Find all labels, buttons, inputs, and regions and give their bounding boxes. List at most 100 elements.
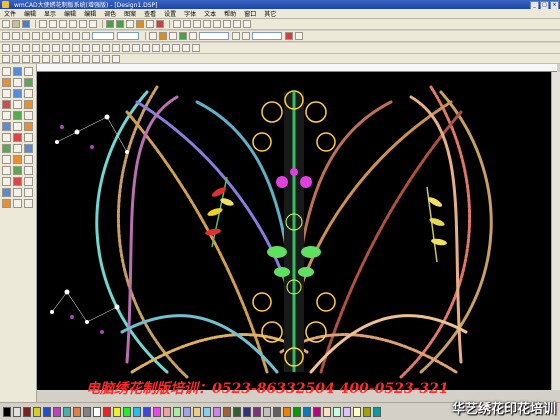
palette-swatch[interactable] — [293, 406, 301, 417]
tool-icon[interactable] — [22, 44, 30, 52]
node-icon[interactable] — [82, 32, 90, 40]
palette-swatch[interactable] — [203, 406, 211, 417]
tool-icon[interactable] — [62, 44, 70, 52]
tool-icon[interactable] — [24, 111, 33, 120]
satin-icon[interactable] — [2, 100, 11, 109]
tool-icon[interactable] — [92, 54, 100, 63]
tool-icon[interactable] — [172, 44, 180, 52]
palette-swatch[interactable] — [243, 406, 251, 417]
pen-icon[interactable] — [2, 78, 11, 87]
palette-swatch[interactable] — [323, 406, 331, 417]
menu-item[interactable]: 图案 — [120, 9, 140, 18]
tool-icon[interactable] — [42, 54, 50, 63]
tool-icon[interactable] — [13, 144, 22, 153]
tool-icon[interactable] — [24, 122, 33, 131]
tool-icon[interactable] — [2, 133, 11, 142]
design-canvas[interactable] — [37, 72, 551, 390]
tool-icon[interactable] — [189, 32, 197, 40]
palette-swatch[interactable] — [213, 406, 221, 417]
new-icon[interactable] — [2, 20, 10, 28]
tool-icon[interactable] — [232, 32, 240, 40]
undo-icon[interactable] — [79, 20, 87, 28]
record-icon[interactable] — [156, 20, 164, 28]
menu-item[interactable]: 编辑 — [20, 9, 40, 18]
cut-icon[interactable] — [49, 20, 57, 28]
tool-icon[interactable] — [32, 44, 40, 52]
tool-icon[interactable] — [162, 44, 170, 52]
menu-item[interactable]: 其它 — [260, 9, 280, 18]
menu-item[interactable]: 窗口 — [240, 9, 260, 18]
open-icon[interactable] — [12, 20, 20, 28]
tool-icon[interactable] — [183, 20, 191, 28]
tool-icon[interactable] — [13, 166, 22, 175]
node-icon[interactable] — [24, 67, 33, 76]
tool-icon[interactable] — [152, 44, 160, 52]
zoom-in-icon[interactable] — [106, 20, 114, 28]
size-combo[interactable] — [92, 32, 114, 40]
thread-combo[interactable] — [199, 32, 229, 40]
redo-icon[interactable] — [89, 20, 97, 28]
menu-item[interactable]: 编辑 — [60, 9, 80, 18]
palette-swatch[interactable] — [333, 406, 341, 417]
palette-swatch[interactable] — [233, 406, 241, 417]
menu-item[interactable]: 文件 — [0, 9, 20, 18]
palette-swatch[interactable] — [253, 406, 261, 417]
menu-item[interactable]: 调色 — [100, 9, 120, 18]
tool-icon[interactable] — [22, 54, 30, 63]
tool-icon[interactable] — [193, 20, 201, 28]
tool-icon[interactable] — [92, 44, 100, 52]
select-icon[interactable] — [2, 32, 10, 40]
tool-icon[interactable] — [13, 122, 22, 131]
tool-icon[interactable] — [243, 20, 251, 28]
move-icon[interactable] — [12, 32, 20, 40]
palette-swatch[interactable] — [133, 406, 141, 417]
tool-icon[interactable] — [2, 188, 11, 197]
menu-item[interactable]: 显示 — [40, 9, 60, 18]
tool-icon[interactable] — [203, 20, 211, 28]
tool-icon[interactable] — [142, 44, 150, 52]
tool-icon[interactable] — [24, 133, 33, 142]
tool-icon[interactable] — [2, 166, 11, 175]
run-icon[interactable] — [24, 100, 33, 109]
mirror-icon[interactable] — [32, 32, 40, 40]
tool-icon[interactable] — [132, 44, 140, 52]
tool-icon[interactable] — [2, 144, 11, 153]
applique-icon[interactable] — [13, 111, 22, 120]
palette-swatch[interactable] — [23, 406, 31, 417]
tool-icon[interactable] — [13, 133, 22, 142]
tool-icon[interactable] — [52, 54, 60, 63]
tool-icon[interactable] — [2, 155, 11, 164]
tool-icon[interactable] — [173, 20, 181, 28]
menu-item[interactable]: 帮助 — [220, 9, 240, 18]
stitch-icon[interactable] — [136, 20, 144, 28]
palette-swatch[interactable] — [43, 406, 51, 417]
tool-icon[interactable] — [82, 54, 90, 63]
tool-icon[interactable] — [179, 32, 187, 40]
palette-swatch[interactable] — [13, 406, 21, 417]
density-combo[interactable] — [252, 32, 282, 40]
tool-icon[interactable] — [32, 54, 40, 63]
palette-swatch[interactable] — [263, 406, 271, 417]
palette-swatch[interactable] — [303, 406, 311, 417]
tool-icon[interactable] — [13, 188, 22, 197]
tool-icon[interactable] — [24, 199, 33, 208]
palette-swatch[interactable] — [53, 406, 61, 417]
tool-icon[interactable] — [295, 32, 303, 40]
tool-icon[interactable] — [213, 20, 221, 28]
align-icon[interactable] — [52, 32, 60, 40]
zoom-out-icon[interactable] — [116, 20, 124, 28]
palette-swatch[interactable] — [313, 406, 321, 417]
tool-icon[interactable] — [159, 32, 167, 40]
tool-icon[interactable] — [42, 44, 50, 52]
palette-swatch[interactable] — [373, 406, 381, 417]
group-icon[interactable] — [62, 32, 70, 40]
rotate-icon[interactable] — [22, 32, 30, 40]
grid-icon[interactable] — [146, 20, 154, 28]
palette-swatch[interactable] — [93, 406, 101, 417]
tool-icon[interactable] — [102, 54, 110, 63]
palette-swatch[interactable] — [113, 406, 121, 417]
palette-swatch[interactable] — [3, 406, 11, 417]
palette-swatch[interactable] — [193, 406, 201, 417]
curve-icon[interactable] — [24, 78, 33, 87]
tool-icon[interactable] — [24, 166, 33, 175]
